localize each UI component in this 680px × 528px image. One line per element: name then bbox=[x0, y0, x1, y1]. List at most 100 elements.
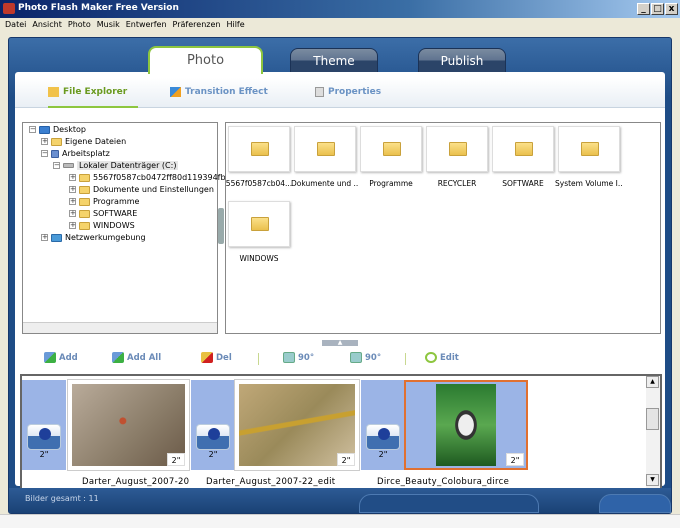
folder-explorer-icon bbox=[48, 87, 59, 97]
delete-button[interactable]: Del bbox=[201, 352, 232, 363]
tree-label: 5567f0587cb0472ff80d119394fb bbox=[93, 173, 226, 182]
delete-icon bbox=[201, 352, 213, 363]
folder-tile[interactable] bbox=[426, 126, 488, 172]
tree-node-local-disk[interactable]: − Lokaler Datenträger (C:) bbox=[53, 161, 179, 170]
document-icon bbox=[315, 87, 324, 97]
photo-name: Dirce_Beauty_Colobura_dirce bbox=[377, 477, 510, 487]
folder-label: Programme bbox=[369, 179, 413, 188]
expand-toggle[interactable]: + bbox=[69, 222, 76, 229]
tree-label: SOFTWARE bbox=[93, 209, 138, 218]
photo-item[interactable]: 2" bbox=[235, 380, 359, 470]
folder-icon bbox=[251, 142, 269, 156]
photo-item-selected[interactable]: 2" bbox=[404, 380, 528, 470]
subtab-transition-effect[interactable]: Transition Effect bbox=[170, 87, 268, 97]
tab-photo[interactable]: Photo bbox=[148, 46, 263, 74]
desktop-icon bbox=[39, 125, 50, 134]
button-label: Add All bbox=[127, 352, 162, 363]
minimize-button[interactable]: _ bbox=[637, 3, 650, 15]
collapse-toggle[interactable]: − bbox=[53, 162, 60, 169]
folder-icon bbox=[383, 142, 401, 156]
tree-label: Arbeitsplatz bbox=[62, 149, 110, 158]
toolbar-divider bbox=[258, 353, 259, 365]
button-label: Add bbox=[59, 352, 78, 363]
folder-icon bbox=[79, 173, 90, 182]
tree-node-desktop[interactable]: − Desktop bbox=[29, 125, 86, 134]
collapse-toggle[interactable]: − bbox=[29, 126, 36, 133]
folder-tile[interactable] bbox=[360, 126, 422, 172]
edit-button[interactable]: Edit bbox=[425, 352, 459, 363]
expand-toggle[interactable]: + bbox=[69, 198, 76, 205]
collapse-toggle[interactable]: − bbox=[41, 150, 48, 157]
photo-duration: 2" bbox=[167, 453, 185, 466]
expand-toggle[interactable]: + bbox=[69, 186, 76, 193]
rotate-right-button[interactable]: 90° bbox=[350, 352, 381, 363]
transition-icon bbox=[366, 424, 400, 450]
folder-label: RECYCLER bbox=[437, 179, 477, 188]
menu-hilfe[interactable]: Hilfe bbox=[226, 20, 244, 30]
folder-tile[interactable] bbox=[492, 126, 554, 172]
folder-tree[interactable]: − Desktop + Eigene Dateien − Arbeitsplatz −… bbox=[22, 122, 226, 334]
tree-node-eigene-dateien[interactable]: + Eigene Dateien bbox=[41, 137, 126, 146]
tree-node-software[interactable]: + SOFTWARE bbox=[69, 209, 137, 218]
expand-toggle[interactable]: + bbox=[69, 174, 76, 181]
add-all-button[interactable]: Add All bbox=[112, 352, 161, 363]
folder-icon bbox=[79, 209, 90, 218]
transition-slot[interactable]: 2" bbox=[361, 380, 405, 470]
app-icon bbox=[3, 3, 15, 14]
transition-duration: 2" bbox=[39, 450, 49, 459]
toolbar-divider bbox=[405, 353, 406, 365]
folder-tile[interactable] bbox=[228, 126, 290, 172]
window-title: Photo Flash Maker Free Version bbox=[18, 3, 179, 13]
expand-toggle[interactable]: + bbox=[41, 234, 48, 241]
tree-node-arbeitsplatz[interactable]: − Arbeitsplatz bbox=[41, 149, 110, 158]
panel-splitter[interactable] bbox=[218, 208, 224, 244]
tree-horizontal-scrollbar[interactable] bbox=[23, 322, 217, 333]
scroll-up-button[interactable]: ▲ bbox=[646, 376, 659, 388]
folder-icon bbox=[251, 217, 269, 231]
folder-tile[interactable] bbox=[228, 201, 290, 247]
folder-icon bbox=[515, 142, 533, 156]
menu-praeferenzen[interactable]: Präferenzen bbox=[173, 20, 221, 30]
expand-toggle[interactable]: + bbox=[41, 138, 48, 145]
folder-label: System Volume I... bbox=[555, 179, 623, 188]
subtab-properties[interactable]: Properties bbox=[315, 87, 381, 97]
folder-label: 5567f0587cb04... bbox=[225, 179, 293, 188]
add-button[interactable]: Add bbox=[44, 352, 78, 363]
button-label: Del bbox=[216, 352, 232, 363]
transition-duration: 2" bbox=[208, 450, 218, 459]
menu-entwerfen[interactable]: Entwerfen bbox=[126, 20, 167, 30]
subtab-label: File Explorer bbox=[63, 87, 128, 97]
folder-icon bbox=[317, 142, 335, 156]
menu-musik[interactable]: Musik bbox=[97, 20, 120, 30]
folder-tile[interactable] bbox=[294, 126, 356, 172]
menu-photo[interactable]: Photo bbox=[68, 20, 91, 30]
scroll-thumb[interactable] bbox=[646, 408, 659, 430]
tab-publish[interactable]: Publish bbox=[418, 48, 506, 73]
expand-toggle[interactable]: + bbox=[69, 210, 76, 217]
folder-icon bbox=[581, 142, 599, 156]
tree-label: WINDOWS bbox=[93, 221, 135, 230]
maximize-button[interactable]: □ bbox=[651, 3, 664, 15]
subtab-file-explorer[interactable]: File Explorer bbox=[48, 87, 127, 97]
close-button[interactable]: x bbox=[665, 3, 678, 15]
menu-datei[interactable]: Datei bbox=[5, 20, 26, 30]
rotate-left-button[interactable]: 90° bbox=[283, 352, 314, 363]
filmstrip: 2" 2" Darter_August_2007-20 2" 2" Darter… bbox=[20, 374, 662, 488]
tree-node-programme[interactable]: + Programme bbox=[69, 197, 139, 206]
folder-tile[interactable] bbox=[558, 126, 620, 172]
transition-slot[interactable]: 2" bbox=[22, 380, 66, 470]
transition-slot[interactable]: 2" bbox=[191, 380, 235, 470]
scroll-down-button[interactable]: ▼ bbox=[646, 474, 659, 486]
tree-node-dokumente[interactable]: + Dokumente und Einstellungen bbox=[69, 185, 214, 194]
drive-icon bbox=[63, 163, 74, 168]
tree-node-netzwerk[interactable]: + Netzwerkumgebung bbox=[41, 233, 146, 242]
tree-node-folder[interactable]: +5567f0587cb0472ff80d119394fb bbox=[69, 173, 226, 182]
menu-ansicht[interactable]: Ansicht bbox=[32, 20, 62, 30]
status-text: Bilder gesamt : 11 bbox=[25, 494, 99, 503]
menu-bar: Datei Ansicht Photo Musik Entwerfen Präf… bbox=[0, 18, 680, 32]
folder-label: SOFTWARE bbox=[502, 179, 544, 188]
tab-theme[interactable]: Theme bbox=[290, 48, 378, 73]
filmstrip-scrollbar[interactable]: ▲ ▼ bbox=[646, 376, 660, 488]
tree-node-windows[interactable]: + WINDOWS bbox=[69, 221, 135, 230]
photo-item[interactable]: 2" bbox=[68, 380, 189, 470]
